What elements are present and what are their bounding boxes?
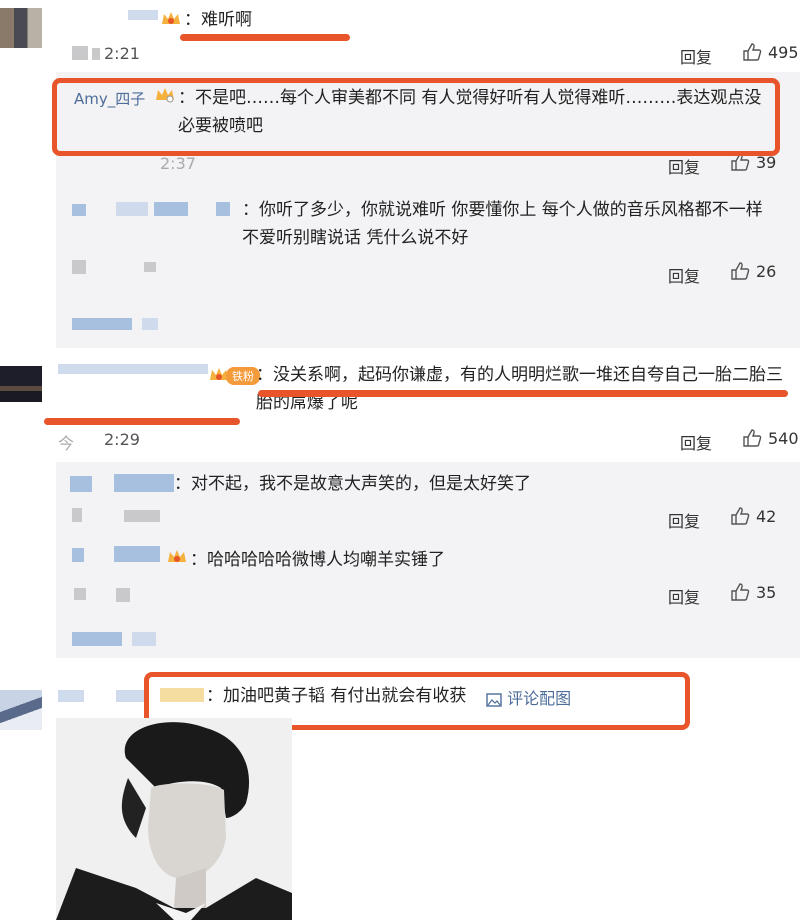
time-blurred: [116, 588, 130, 602]
highlight-underline: [44, 418, 240, 425]
reply-button[interactable]: 回复: [668, 263, 700, 287]
thumbs-up-icon: [731, 262, 750, 280]
username-blurred[interactable]: [128, 10, 158, 20]
time-prefix: 今: [58, 434, 75, 453]
username-blurred[interactable]: [70, 476, 92, 492]
thumbs-up-icon: [743, 43, 762, 61]
like-count: 495: [768, 42, 799, 62]
username-blurred[interactable]: [58, 364, 208, 374]
username-blurred[interactable]: [72, 204, 86, 216]
like-count: 540: [768, 428, 799, 448]
like-button[interactable]: 540: [742, 428, 799, 448]
comment-1: ：难听啊 2:21 回复 495 Amy_四子 ：不是吧……每个人审美都不同 有…: [0, 0, 800, 348]
time-blurred: [72, 508, 82, 522]
reply-button[interactable]: 回复: [668, 154, 700, 178]
highlight-underline: [258, 390, 788, 397]
crown-icon: [168, 550, 186, 562]
highlight-box: [52, 78, 780, 156]
username-blurred[interactable]: [116, 690, 146, 702]
more-replies-blurred[interactable]: [132, 632, 156, 646]
more-replies-blurred[interactable]: [72, 318, 132, 330]
username-blurred[interactable]: [114, 546, 160, 562]
comment-3: ：加油吧黄子韬 有付出就会有收获 评论配图: [0, 668, 800, 920]
thumbs-up-icon: [743, 429, 762, 447]
reply-button[interactable]: 回复: [680, 430, 712, 454]
reply-time: 2:37: [160, 154, 196, 173]
like-count: 26: [756, 261, 777, 281]
fan-badge: 铁粉: [226, 367, 260, 385]
comment-image[interactable]: [56, 718, 292, 920]
username-blurred[interactable]: [116, 202, 148, 216]
like-count: 35: [756, 582, 777, 602]
portrait-image: [56, 718, 292, 920]
username-blurred[interactable]: [72, 548, 84, 562]
reply-text: ：对不起，我不是故意大声笑的，但是太好笑了: [174, 474, 531, 494]
reply-list: ：对不起，我不是故意大声笑的，但是太好笑了 回复 42 ：哈哈哈哈哈微博人均嘲羊…: [56, 462, 800, 658]
like-button[interactable]: 35: [730, 582, 776, 602]
comment-time: 2:29: [104, 430, 140, 449]
username-blurred[interactable]: [114, 474, 174, 492]
more-replies-blurred[interactable]: [72, 632, 122, 646]
reply-button[interactable]: 回复: [680, 44, 712, 68]
thumbs-up-icon: [731, 583, 750, 601]
username-blurred[interactable]: [154, 202, 188, 216]
reply-button[interactable]: 回复: [668, 584, 700, 608]
like-button[interactable]: 42: [730, 506, 776, 526]
comment-text: ：难听啊: [184, 10, 252, 30]
crown-icon: [162, 12, 180, 24]
like-button[interactable]: 26: [730, 261, 776, 281]
time-blurred: [124, 510, 160, 522]
avatar[interactable]: [0, 690, 42, 730]
like-count: 42: [756, 506, 777, 526]
comment-2: 铁粉 ：没关系啊，起码你谦虚，有的人明明烂歌一堆还自夸自己一胎二胎三胎的屌爆了呢…: [0, 348, 800, 668]
like-button[interactable]: 495: [742, 42, 799, 62]
more-replies-blurred[interactable]: [142, 318, 158, 330]
reply-text: ：你听了多少，你就说难听 你要懂你上 每个人做的音乐风格都不一样 不爱听别瞎说话…: [242, 200, 763, 248]
reply-text: ：哈哈哈哈哈微博人均嘲羊实锤了: [190, 550, 445, 570]
comment-time: 2:21: [104, 44, 140, 63]
username-blurred[interactable]: [216, 202, 230, 216]
time-blurred: [144, 262, 156, 272]
time-blurred: [74, 588, 86, 600]
time-prefix-blurred: [92, 48, 100, 60]
username-blurred[interactable]: [58, 690, 84, 702]
avatar[interactable]: [0, 366, 42, 402]
highlight-underline: [180, 34, 350, 41]
avatar[interactable]: [0, 8, 42, 48]
thumbs-up-icon: [731, 507, 750, 525]
time-prefix-blurred: [72, 46, 88, 60]
comment-text: ：没关系啊，起码你谦虚，有的人明明烂歌一堆还自夸自己一胎二胎三胎的屌爆了呢: [256, 365, 783, 413]
time-blurred: [72, 260, 86, 274]
reply-button[interactable]: 回复: [668, 508, 700, 532]
